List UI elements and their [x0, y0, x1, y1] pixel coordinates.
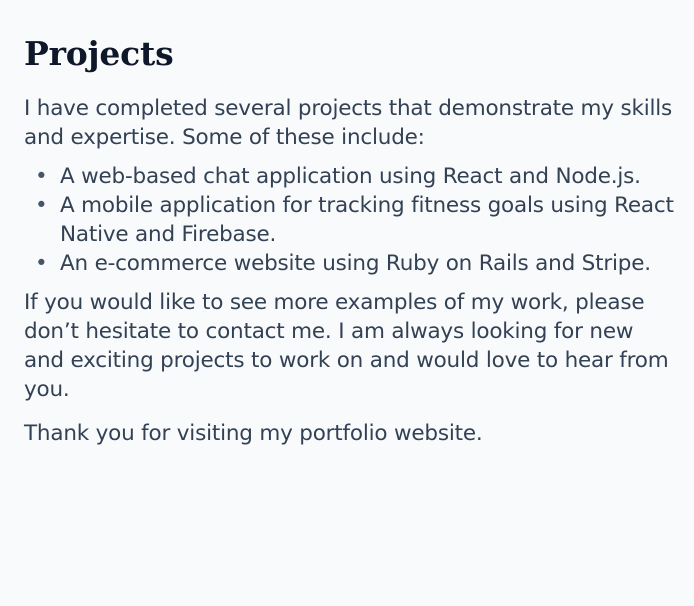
bullet-icon: •: [35, 251, 48, 276]
project-list: • A web-based chat application using Rea…: [24, 162, 674, 278]
projects-section: Projects I have completed several projec…: [24, 28, 674, 448]
list-item: • A mobile application for tracking fitn…: [24, 191, 674, 249]
list-item: • A web-based chat application using Rea…: [24, 162, 674, 191]
page-title: Projects: [24, 34, 174, 73]
intro-paragraph: I have completed several projects that d…: [24, 96, 673, 150]
project-text: A mobile application for tracking fitnes…: [60, 193, 674, 247]
bullet-icon: •: [35, 164, 48, 189]
list-item: • An e-commerce website using Ruby on Ra…: [24, 249, 674, 278]
outro-paragraph: If you would like to see more examples o…: [24, 290, 669, 402]
project-text: An e-commerce website using Ruby on Rail…: [60, 251, 651, 276]
closing-paragraph: Thank you for visiting my portfolio webs…: [24, 421, 483, 446]
bullet-icon: •: [35, 193, 48, 218]
project-text: A web-based chat application using React…: [60, 164, 641, 189]
